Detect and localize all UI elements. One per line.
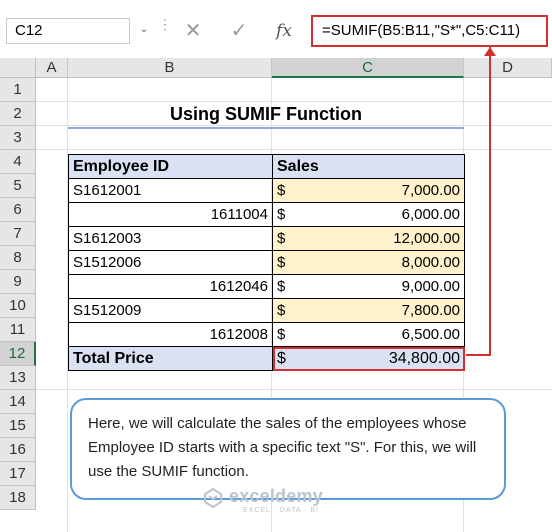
- table-row: 1611004 $6,000.00: [68, 202, 465, 227]
- sales-cell[interactable]: $8,000.00: [272, 250, 465, 275]
- table-row: S1612003 $12,000.00: [68, 226, 465, 251]
- total-row: Total Price $34,800.00: [68, 346, 465, 371]
- connector-arrowhead: [484, 47, 496, 56]
- currency-symbol: $: [277, 230, 286, 247]
- employee-id-cell[interactable]: S1512006: [68, 250, 273, 275]
- currency-symbol: $: [277, 182, 286, 199]
- employee-id-cell[interactable]: S1612003: [68, 226, 273, 251]
- row-header[interactable]: 11: [0, 318, 36, 342]
- insert-function-icon[interactable]: fx: [271, 18, 297, 44]
- row-header[interactable]: 15: [0, 414, 36, 438]
- watermark-name: exceldemy: [229, 486, 323, 506]
- sales-cell[interactable]: $6,000.00: [272, 202, 465, 227]
- column-header-c[interactable]: C: [272, 58, 464, 78]
- sales-cell[interactable]: $12,000.00: [272, 226, 465, 251]
- row-header[interactable]: 9: [0, 270, 36, 294]
- connector-line: [489, 47, 491, 355]
- row-header[interactable]: 4: [0, 150, 36, 174]
- sales-table: Employee ID Sales S1612001 $7,000.00 161…: [68, 154, 465, 371]
- sales-amount: 8,000.00: [401, 254, 460, 271]
- enter-icon[interactable]: ✓: [226, 18, 252, 44]
- currency-symbol: $: [277, 326, 286, 343]
- row-header[interactable]: 3: [0, 126, 36, 150]
- row-header[interactable]: 13: [0, 366, 36, 390]
- gridline: [36, 149, 552, 150]
- table-row: S1512009 $7,800.00: [68, 298, 465, 323]
- employee-id-cell[interactable]: S1612001: [68, 178, 273, 203]
- row-header[interactable]: 14: [0, 390, 36, 414]
- row-header[interactable]: 1: [0, 78, 36, 102]
- connector-line: [466, 354, 491, 356]
- table-row: S1612001 $7,000.00: [68, 178, 465, 203]
- row-header[interactable]: 8: [0, 246, 36, 270]
- row-header[interactable]: 6: [0, 198, 36, 222]
- drag-handle-icon[interactable]: ⋮: [158, 17, 172, 39]
- currency-symbol: $: [277, 278, 286, 295]
- sales-cell[interactable]: $9,000.00: [272, 274, 465, 299]
- currency-symbol: $: [277, 349, 286, 367]
- currency-symbol: $: [277, 302, 286, 319]
- currency-symbol: $: [277, 254, 286, 271]
- total-sales-cell[interactable]: $34,800.00: [272, 346, 465, 371]
- formula-bar: C12 ⌄ ⋮ ✕ ✓ fx =SUMIF(B5:B11,"S*",C5:C11…: [0, 0, 552, 58]
- sheet-title[interactable]: Using SUMIF Function: [68, 102, 464, 126]
- total-amount: 34,800.00: [388, 349, 460, 367]
- formula-input[interactable]: =SUMIF(B5:B11,"S*",C5:C11): [311, 15, 548, 47]
- sales-amount: 12,000.00: [393, 230, 460, 247]
- sales-cell[interactable]: $7,000.00: [272, 178, 465, 203]
- sales-amount: 6,500.00: [401, 326, 460, 343]
- exceldemy-logo-icon: [204, 488, 222, 508]
- employee-id-cell[interactable]: S1512009: [68, 298, 273, 323]
- row-header[interactable]: 10: [0, 294, 36, 318]
- table-row: 1612046 $9,000.00: [68, 274, 465, 299]
- table-row: 1612008 $6,500.00: [68, 322, 465, 347]
- row-header[interactable]: 7: [0, 222, 36, 246]
- watermark-tagline: EXCEL · DATA · BI: [243, 507, 319, 514]
- select-all-corner[interactable]: [0, 58, 36, 78]
- sales-cell[interactable]: $7,800.00: [272, 298, 465, 323]
- sales-cell[interactable]: $6,500.00: [272, 322, 465, 347]
- title-underline: [68, 127, 464, 129]
- sales-amount: 9,000.00: [401, 278, 460, 295]
- column-header-a[interactable]: A: [36, 58, 68, 78]
- currency-symbol: $: [277, 206, 286, 223]
- header-sales[interactable]: Sales: [272, 154, 465, 179]
- chevron-down-icon[interactable]: ⌄: [137, 22, 151, 38]
- sales-amount: 7,000.00: [401, 182, 460, 199]
- employee-id-cell[interactable]: 1612008: [68, 322, 273, 347]
- row-header[interactable]: 16: [0, 438, 36, 462]
- sales-amount: 7,800.00: [401, 302, 460, 319]
- column-header-b[interactable]: B: [68, 58, 272, 78]
- gridline: [36, 389, 552, 390]
- row-header[interactable]: 18: [0, 486, 36, 510]
- row-header[interactable]: 17: [0, 462, 36, 486]
- watermark: exceldemy EXCEL · DATA · BI: [203, 486, 353, 520]
- column-header-d[interactable]: D: [464, 58, 552, 78]
- row-header[interactable]: 12: [0, 342, 36, 366]
- employee-id-cell[interactable]: 1612046: [68, 274, 273, 299]
- explanation-note[interactable]: Here, we will calculate the sales of the…: [70, 398, 506, 500]
- row-header[interactable]: 2: [0, 102, 36, 126]
- name-box[interactable]: C12: [6, 18, 130, 44]
- sales-amount: 6,000.00: [401, 206, 460, 223]
- header-employee-id[interactable]: Employee ID: [68, 154, 273, 179]
- employee-id-cell[interactable]: 1611004: [68, 202, 273, 227]
- row-header[interactable]: 5: [0, 174, 36, 198]
- table-row: S1512006 $8,000.00: [68, 250, 465, 275]
- total-label-cell[interactable]: Total Price: [68, 346, 273, 371]
- table-header-row: Employee ID Sales: [68, 154, 465, 179]
- cancel-icon[interactable]: ✕: [180, 18, 206, 44]
